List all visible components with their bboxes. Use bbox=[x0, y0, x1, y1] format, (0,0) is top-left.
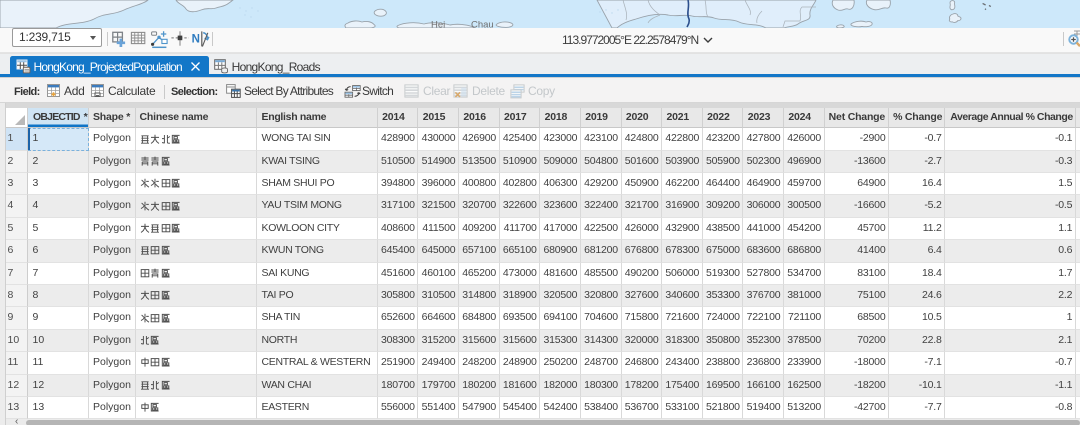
svg-text:N: N bbox=[192, 33, 200, 45]
